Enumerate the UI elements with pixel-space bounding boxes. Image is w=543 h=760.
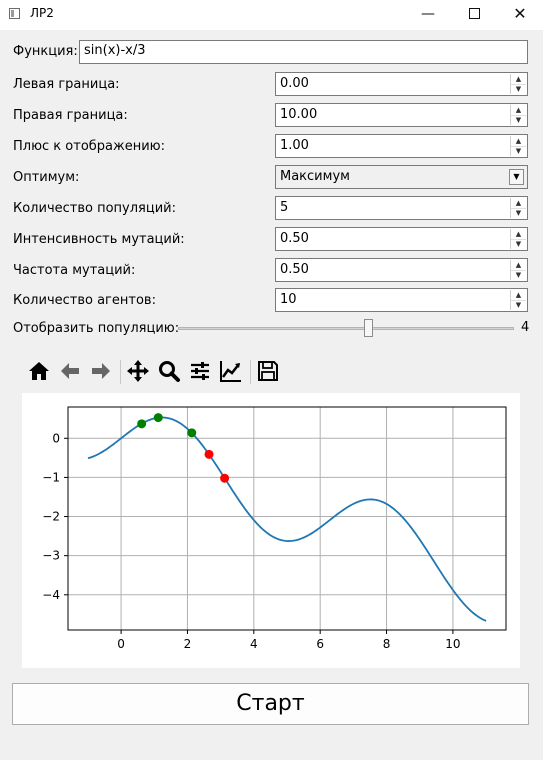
minimize-button[interactable]: — [405,0,451,30]
function-label: Функция: [13,44,78,59]
close-button[interactable]: ✕ [497,0,543,30]
spin-down-icon[interactable]: ▼ [511,115,526,125]
x-tick-label: 8 [383,637,391,651]
left-bound-spinbox[interactable]: 0.00 ▲ ▼ [275,72,528,96]
spin-down-icon[interactable]: ▼ [511,208,526,218]
app-icon [9,8,20,19]
population-point [220,473,230,483]
show-population-label: Отобразить популяцию: [13,321,180,336]
spin-down-icon[interactable]: ▼ [511,270,526,280]
population-point [137,419,147,429]
configure-subplots-icon[interactable] [187,358,213,386]
mutation-intensity-label: Интенсивность мутаций: [13,232,185,247]
mutation-intensity-value: 0.50 [280,231,309,246]
y-tick-label: −1 [42,470,60,484]
mutation-intensity-spinbox[interactable]: 0.50 ▲ ▼ [275,227,528,251]
agent-count-spinbox[interactable]: 10 ▲ ▼ [275,288,528,312]
title-bar: ЛР2 — ✕ [0,0,543,30]
function-curve [87,416,487,622]
right-bound-value: 10.00 [280,107,318,122]
back-icon[interactable] [57,358,83,386]
zoom-icon[interactable] [156,358,182,386]
function-chart: 0 2 4 6 8 10 0 −1 −2 −3 −4 [42,406,507,651]
population-point [204,449,214,459]
window-title: ЛР2 [30,6,54,20]
save-icon[interactable] [255,358,281,386]
maximize-button[interactable] [451,0,497,30]
y-tick-label: 0 [52,431,60,445]
mutation-rate-spinbox[interactable]: 0.50 ▲ ▼ [275,258,528,282]
agent-count-value: 10 [280,292,297,307]
population-slider[interactable] [178,318,514,338]
maximize-icon [468,7,480,19]
population-point [187,428,197,438]
x-tick-label: 2 [184,637,192,651]
spin-down-icon[interactable]: ▼ [511,300,526,310]
plot-canvas[interactable]: 0 2 4 6 8 10 0 −1 −2 −3 −4 [22,393,520,668]
forward-icon[interactable] [88,358,114,386]
spin-down-icon[interactable]: ▼ [511,239,526,249]
population-point [153,413,163,423]
slider-handle[interactable] [363,319,373,337]
population-count-value: 5 [280,200,289,215]
spin-down-icon[interactable]: ▼ [511,84,526,94]
toolbar-separator [120,360,121,384]
agent-count-label: Количество агентов: [13,293,156,308]
y-tick-label: −2 [42,510,60,524]
edit-axis-icon[interactable] [218,358,244,386]
display-plus-label: Плюс к отображению: [13,139,165,154]
function-input[interactable]: sin(x)-x/3 [79,40,528,64]
y-tick-label: −4 [42,588,60,602]
y-tick-label: −3 [42,549,60,563]
left-bound-label: Левая граница: [13,77,120,92]
population-count-spinbox[interactable]: 5 ▲ ▼ [275,196,528,220]
right-bound-label: Правая граница: [13,108,128,123]
x-tick-label: 4 [250,637,258,651]
display-plus-spinbox[interactable]: 1.00 ▲ ▼ [275,134,528,158]
x-tick-label: 10 [445,637,460,651]
x-tick-label: 0 [117,637,125,651]
home-icon[interactable] [26,358,52,386]
population-slider-value: 4 [521,320,530,335]
right-bound-spinbox[interactable]: 10.00 ▲ ▼ [275,103,528,127]
x-tick-label: 6 [316,637,324,651]
optimum-select[interactable]: Максимум ▼ [275,165,528,189]
display-plus-value: 1.00 [280,138,309,153]
mutation-rate-label: Частота мутаций: [13,263,136,278]
mutation-rate-value: 0.50 [280,262,309,277]
plot-frame [67,406,507,631]
chevron-down-icon[interactable]: ▼ [509,169,524,185]
population-count-label: Количество популяций: [13,201,176,216]
start-button[interactable]: Старт [12,683,529,725]
pan-icon[interactable] [125,358,151,386]
slider-track [178,327,514,330]
optimum-value: Максимум [280,169,350,184]
optimum-label: Оптимум: [13,170,80,185]
spin-down-icon[interactable]: ▼ [511,146,526,156]
left-bound-value: 0.00 [280,76,309,91]
toolbar-separator [250,360,251,384]
